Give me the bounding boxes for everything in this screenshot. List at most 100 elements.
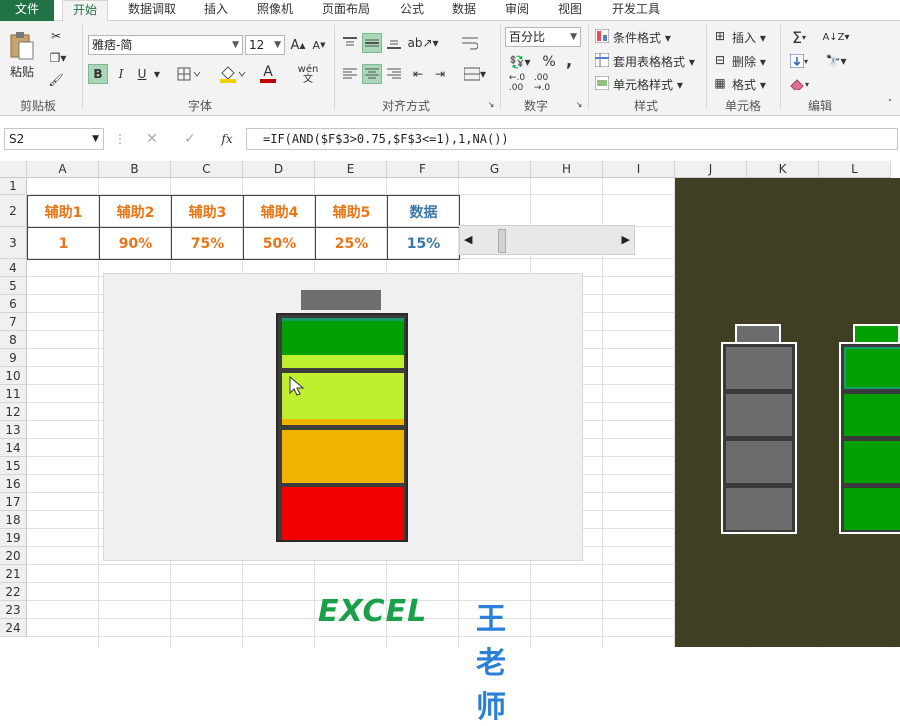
scroll-left-icon[interactable]: ◀ [464,233,472,246]
align-center-icon[interactable] [362,64,382,84]
tab-home[interactable]: 开始 [62,0,108,22]
formula-input[interactable]: =IF(AND($F$3>0.75,$F$3<=1),1,NA()) [246,128,898,150]
column-header-k[interactable]: K [747,161,819,178]
cancel-icon[interactable]: ✕ [140,130,164,148]
row-header-6[interactable]: 6 [0,295,27,313]
cell-styles-button[interactable]: 单元格样式 ▾ [613,76,683,93]
row-header-24[interactable]: 24 [0,619,27,637]
table-header-cell[interactable]: 辅助1 [27,195,100,228]
row-header-15[interactable]: 15 [0,457,27,475]
row-header-1[interactable]: 1 [0,178,27,195]
table-value-cell[interactable]: 15% [387,227,460,260]
column-header-d[interactable]: D [243,161,315,178]
select-all-corner[interactable] [0,161,27,178]
paste-button[interactable]: 粘贴 [10,63,34,80]
row-header-12[interactable]: 12 [0,403,27,421]
copy-icon[interactable]: ❐▾ [46,49,70,67]
row-header-20[interactable]: 20 [0,547,27,565]
tab-camera[interactable]: 照像机 [251,0,299,21]
format-as-table-icon[interactable] [594,51,610,69]
decrease-indent-icon[interactable]: ⇤ [408,64,428,84]
table-value-cell[interactable]: 75% [171,227,244,260]
table-header-cell[interactable]: 辅助4 [243,195,316,228]
row-header-18[interactable]: 18 [0,511,27,529]
tab-developer[interactable]: 开发工具 [606,0,666,21]
row-header-10[interactable]: 10 [0,367,27,385]
dialog-launcher-icon[interactable]: ↘ [574,99,584,109]
chevron-down-icon[interactable]: ▼ [152,64,162,84]
merge-center-icon[interactable]: ▾ [458,64,492,84]
tab-view[interactable]: 视图 [552,0,588,21]
column-header-h[interactable]: H [531,161,603,178]
row-header-2[interactable]: 2 [0,195,27,227]
align-bottom-icon[interactable] [384,33,404,53]
row-header-3[interactable]: 3 [0,227,27,259]
accounting-format-icon[interactable]: 💱▾ [505,53,535,71]
font-size-select[interactable]: 12 ▼ [245,35,285,55]
row-header-21[interactable]: 21 [0,565,27,583]
bold-button[interactable]: B [88,64,108,84]
column-header-g[interactable]: G [459,161,531,178]
format-cells-button[interactable]: 格式 ▾ [732,76,766,93]
scrollbar-thumb[interactable] [497,229,506,253]
insert-cells-icon[interactable]: ⊞ [712,27,728,45]
fill-icon[interactable]: ▾ [786,51,812,71]
enter-check-icon[interactable]: ✓ [178,130,202,148]
format-as-table-button[interactable]: 套用表格格式 ▾ [613,53,695,70]
format-cells-icon[interactable]: ▦ [712,74,728,92]
row-header-4[interactable]: 4 [0,259,27,277]
delete-cells-icon[interactable]: ⊟ [712,51,728,69]
row-header-17[interactable]: 17 [0,493,27,511]
row-header-11[interactable]: 11 [0,385,27,403]
tab-review[interactable]: 审阅 [499,0,535,21]
find-select-icon[interactable]: 🔭▾ [822,51,850,71]
battery-chart[interactable] [103,273,583,561]
table-value-cell[interactable]: 1 [27,227,100,260]
wrap-text-icon[interactable] [458,33,482,53]
tab-file[interactable]: 文件 [0,0,54,21]
column-header-f[interactable]: F [387,161,459,178]
name-box[interactable]: S2 ▼ [4,128,104,150]
scrollbar-control[interactable]: ◀ ▶ [459,225,635,255]
row-header-19[interactable]: 19 [0,529,27,547]
column-header-e[interactable]: E [315,161,387,178]
column-header-b[interactable]: B [99,161,171,178]
clear-icon[interactable]: ▾ [786,74,812,94]
table-value-cell[interactable]: 50% [243,227,316,260]
table-header-cell[interactable]: 辅助2 [99,195,172,228]
conditional-format-button[interactable]: 条件格式 ▾ [613,29,671,46]
row-header-8[interactable]: 8 [0,331,27,349]
dialog-launcher-icon[interactable]: ↘ [486,99,496,109]
row-header-23[interactable]: 23 [0,601,27,619]
tab-formulas[interactable]: 公式 [394,0,430,21]
tab-page-layout[interactable]: 页面布局 [316,0,376,21]
italic-button[interactable]: I [112,64,130,84]
column-header-c[interactable]: C [171,161,243,178]
delete-cells-button[interactable]: 删除 ▾ [732,53,766,70]
column-header-a[interactable]: A [27,161,99,178]
format-painter-icon[interactable]: 🖌 [46,71,66,89]
insert-function-icon[interactable]: fx [214,130,240,148]
sort-filter-icon[interactable]: A↓Z▾ [822,27,850,47]
row-header-9[interactable]: 9 [0,349,27,367]
cell-styles-icon[interactable] [594,74,610,92]
decrease-decimal-icon[interactable]: .00 →.0 [530,73,554,93]
column-header-l[interactable]: L [819,161,891,178]
column-header-j[interactable]: J [675,161,747,178]
increase-decimal-icon[interactable]: ←.0.00 [505,73,529,93]
align-top-icon[interactable] [340,33,360,53]
orientation-icon[interactable]: ab↗▾ [407,33,438,53]
tab-insert[interactable]: 插入 [198,0,234,21]
row-header-5[interactable]: 5 [0,277,27,295]
row-header-7[interactable]: 7 [0,313,27,331]
row-header-22[interactable]: 22 [0,583,27,601]
table-value-cell[interactable]: 25% [315,227,388,260]
table-value-cell[interactable]: 90% [99,227,172,260]
percent-style-button[interactable]: % [540,53,558,71]
align-left-icon[interactable] [340,64,360,84]
column-header-i[interactable]: I [603,161,675,178]
align-right-icon[interactable] [384,64,404,84]
font-name-select[interactable]: 雅痞-简 ▼ [88,35,243,55]
row-header-14[interactable]: 14 [0,439,27,457]
number-format-select[interactable]: 百分比 ▼ [505,27,581,47]
